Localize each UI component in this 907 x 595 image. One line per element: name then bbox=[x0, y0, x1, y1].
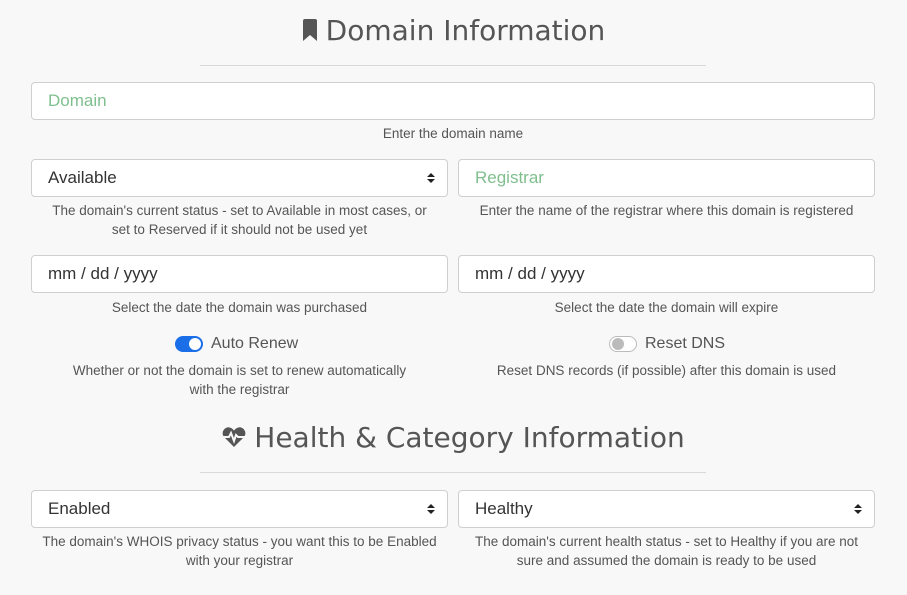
status-select-value: Available bbox=[48, 168, 117, 187]
auto-renew-help-line2: with the registrar bbox=[189, 382, 290, 397]
whois-privacy-select[interactable]: Enabled bbox=[31, 490, 448, 528]
domain-input[interactable] bbox=[48, 91, 858, 111]
auto-renew-switch[interactable] bbox=[175, 336, 203, 352]
auto-renew-label: Auto Renew bbox=[211, 335, 299, 352]
expire-date-value: mm / dd / yyyy bbox=[475, 264, 585, 283]
select-arrows-icon bbox=[427, 173, 435, 183]
reset-dns-toggle-row[interactable]: Reset DNS bbox=[609, 335, 725, 353]
status-help-line1: The domain's current status - set to Ava… bbox=[52, 203, 427, 218]
whois-help-line1: The domain's WHOIS privacy status - you … bbox=[42, 534, 437, 549]
bookmark-icon bbox=[302, 19, 318, 41]
auto-renew-help-line1: Whether or not the domain is set to rene… bbox=[72, 363, 407, 378]
auto-renew-help: Whether or not the domain is set to rene… bbox=[31, 361, 448, 399]
domain-information-heading: Domain Information bbox=[0, 12, 907, 48]
health-category-title: Health & Category Information bbox=[254, 420, 685, 454]
purchase-date-help: Select the date the domain was purchased bbox=[111, 300, 368, 315]
select-arrows-icon bbox=[854, 504, 862, 514]
reset-dns-switch[interactable] bbox=[609, 336, 637, 352]
registrar-field[interactable] bbox=[458, 159, 875, 197]
domain-field[interactable] bbox=[31, 82, 875, 120]
health-status-select[interactable]: Healthy bbox=[458, 490, 875, 528]
health-help: The domain's current health status - set… bbox=[458, 532, 875, 570]
status-help: The domain's current status - set to Ava… bbox=[31, 201, 448, 239]
expire-date-help: Select the date the domain will expire bbox=[554, 300, 779, 315]
purchase-date-field[interactable]: mm / dd / yyyy bbox=[31, 255, 448, 293]
auto-renew-toggle-row[interactable]: Auto Renew bbox=[175, 335, 298, 353]
reset-dns-label: Reset DNS bbox=[645, 335, 726, 352]
status-select[interactable]: Available bbox=[31, 159, 448, 197]
registrar-input[interactable] bbox=[475, 168, 858, 188]
purchase-date-value: mm / dd / yyyy bbox=[48, 264, 158, 283]
status-help-line2: set to Reserved if it should not be used… bbox=[111, 222, 368, 237]
reset-dns-help: Reset DNS records (if possible) after th… bbox=[496, 363, 837, 378]
health-category-heading: Health & Category Information bbox=[0, 419, 907, 455]
registrar-help: Enter the name of the registrar where th… bbox=[479, 203, 854, 218]
whois-help-line2: with your registrar bbox=[185, 553, 294, 568]
whois-select-value: Enabled bbox=[48, 499, 111, 518]
domain-information-title: Domain Information bbox=[325, 13, 606, 47]
health-help-line1: The domain's current health status - set… bbox=[474, 534, 859, 549]
select-arrows-icon bbox=[427, 504, 435, 514]
expire-date-field[interactable]: mm / dd / yyyy bbox=[458, 255, 875, 293]
health-select-value: Healthy bbox=[475, 499, 533, 518]
section-divider bbox=[200, 65, 706, 66]
heartbeat-icon bbox=[222, 426, 246, 448]
domain-help: Enter the domain name bbox=[382, 126, 524, 141]
section-divider bbox=[200, 472, 706, 473]
whois-help: The domain's WHOIS privacy status - you … bbox=[31, 532, 448, 570]
health-help-line2: sure and assumed the domain is ready to … bbox=[516, 553, 817, 568]
